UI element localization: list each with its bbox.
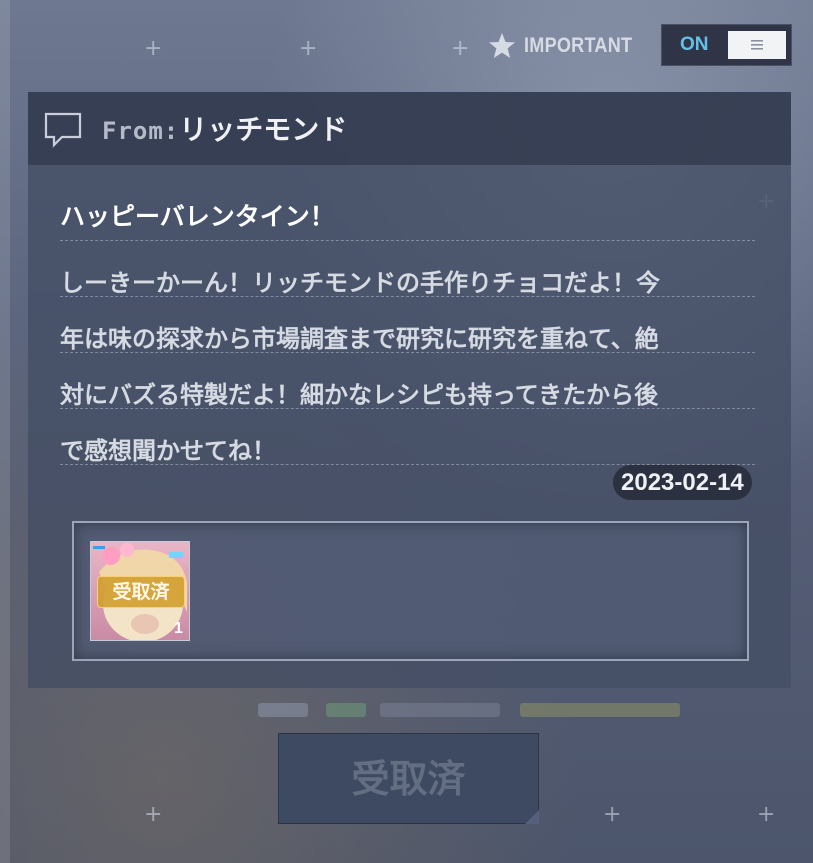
background-blur — [380, 703, 500, 717]
from-label: From: — [102, 117, 180, 145]
plus-mark: + — [451, 36, 470, 61]
background-blur — [520, 703, 680, 717]
claim-button[interactable]: 受取済 — [278, 733, 539, 824]
menu-lines-icon — [751, 40, 763, 50]
important-toggle[interactable]: ON — [661, 24, 792, 66]
divider — [60, 240, 755, 241]
item-count: 1 — [174, 620, 183, 637]
plus-mark: + — [144, 802, 163, 827]
mail-sender-line: From:リッチモンド — [102, 108, 347, 148]
divider — [60, 408, 755, 409]
window-edge — [0, 0, 10, 863]
toggle-state-label: ON — [680, 34, 709, 55]
plus-mark: + — [603, 802, 622, 827]
divider — [60, 352, 755, 353]
background-blur — [258, 703, 308, 717]
button-corner — [525, 810, 539, 824]
mail-body-line: しーきーかーん！リッチモンドの手作りチョコだよ！今 — [60, 269, 660, 297]
claim-button-label: 受取済 — [351, 756, 466, 801]
mail-body-line: 対にバズる特製だよ！細かなレシピも持ってきたから後 — [60, 381, 659, 409]
mail-body-line: で感想聞かせてね！ — [60, 437, 276, 465]
mail-subject: ハッピーバレンタイン！ — [60, 202, 335, 231]
mail-body-line: 年は味の探求から市場調査まで研究に研究を重ねて、絶 — [60, 325, 659, 353]
divider — [60, 296, 755, 297]
mail-date: 2023-02-14 — [613, 465, 752, 500]
plus-mark: + — [299, 36, 318, 61]
plus-mark: + — [757, 802, 776, 827]
background-blur — [326, 703, 366, 717]
received-badge: 受取済 — [97, 576, 185, 608]
attachment-item[interactable]: 受取済 1 — [90, 541, 190, 641]
sender-name: リッチモンド — [179, 113, 348, 146]
important-filter[interactable]: IMPORTANT — [488, 32, 650, 60]
speech-bubble-icon — [44, 112, 82, 148]
mail-header: From:リッチモンド — [28, 92, 791, 165]
toggle-knob[interactable] — [728, 31, 786, 59]
important-label: IMPORTANT — [524, 34, 633, 57]
star-icon — [489, 33, 515, 58]
plus-mark: + — [144, 36, 163, 61]
